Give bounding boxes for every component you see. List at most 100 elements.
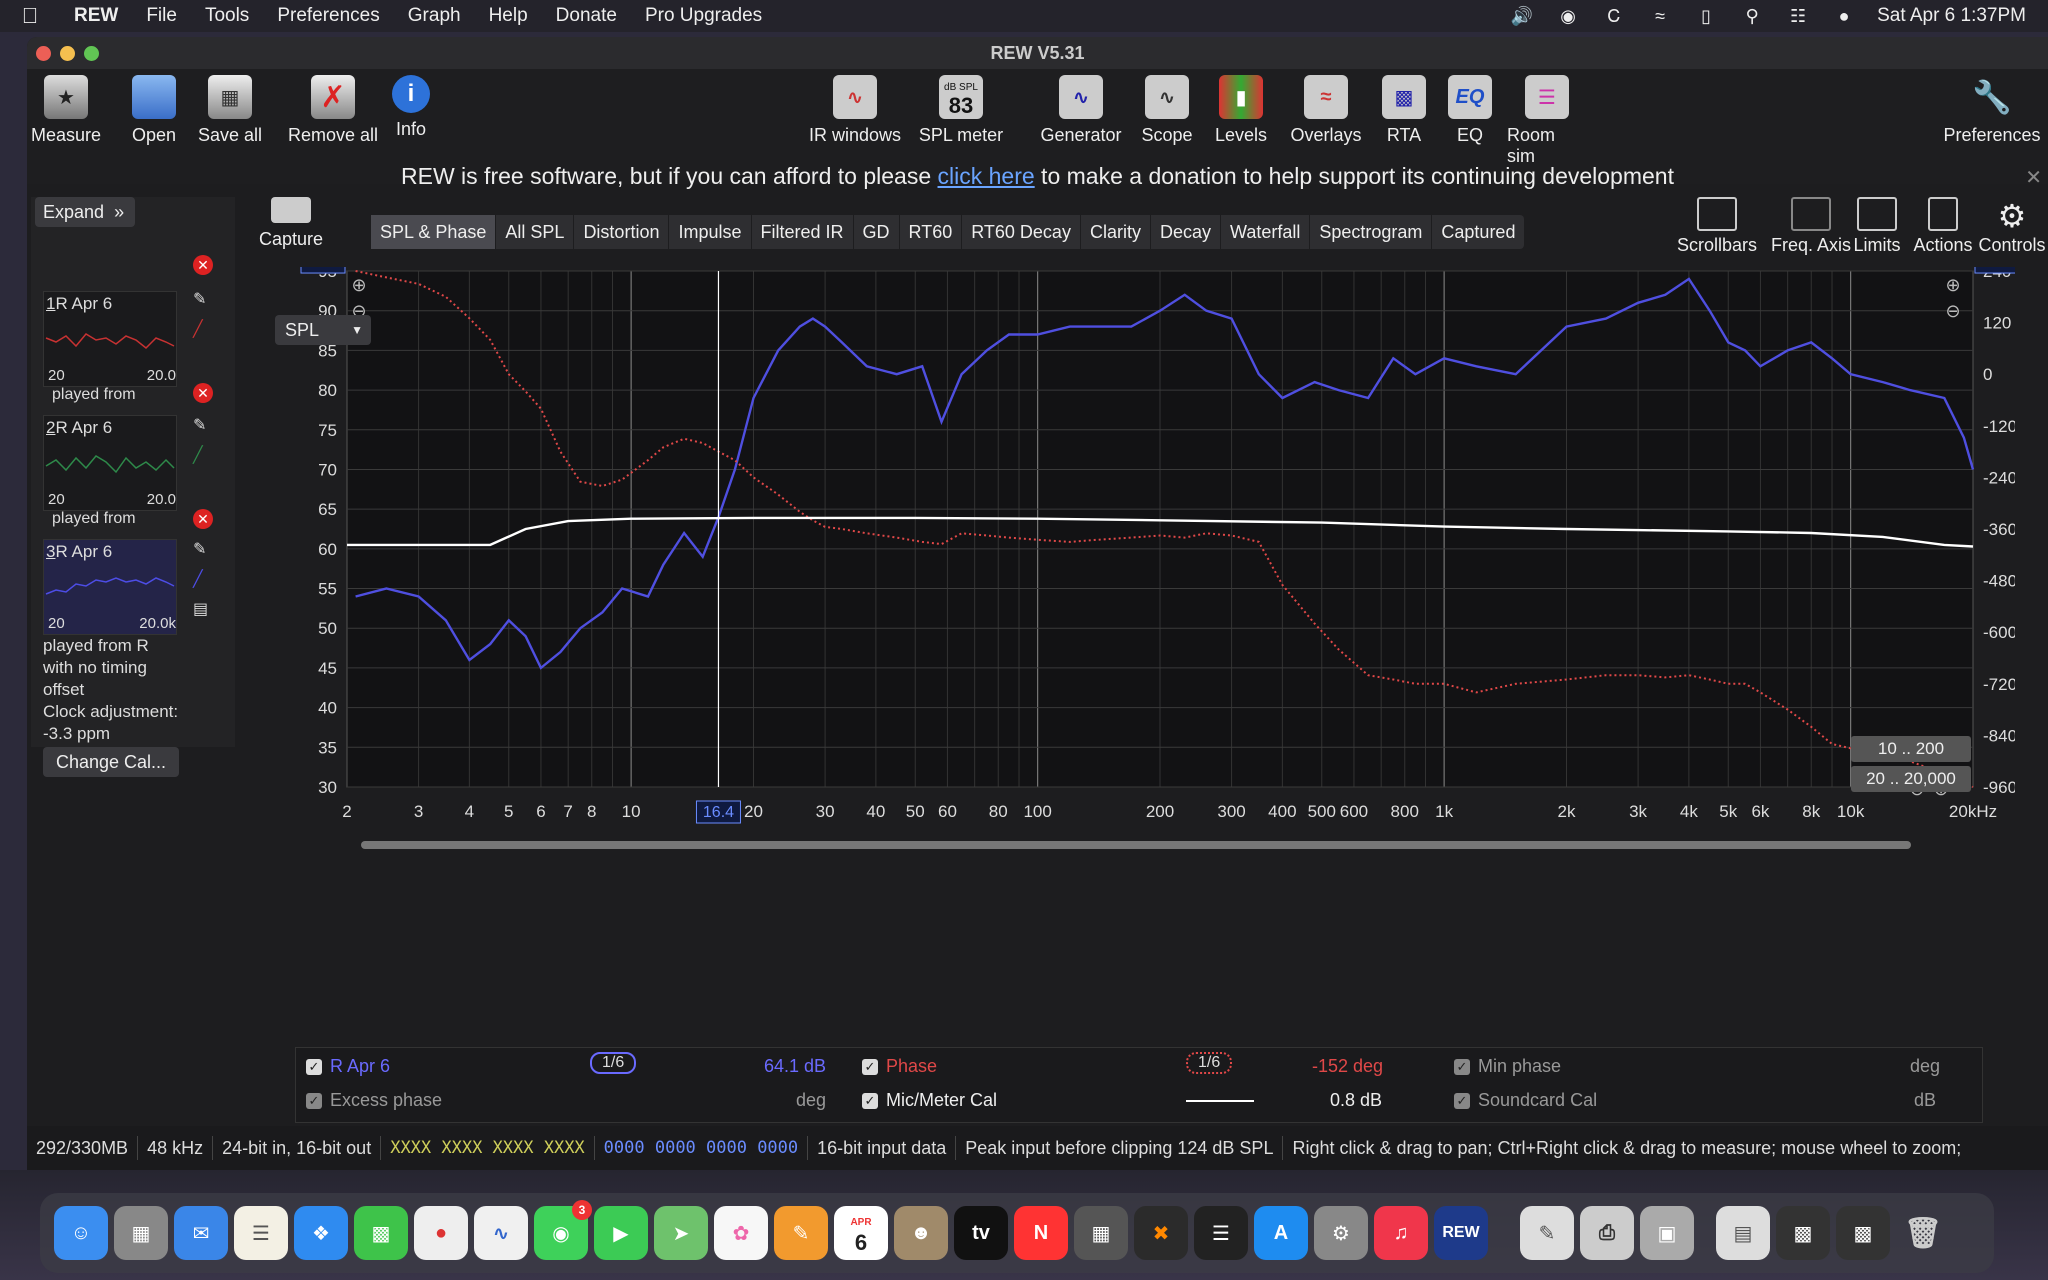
color-measurement-1-icon[interactable]: ╱ bbox=[193, 319, 213, 339]
launchpad-icon[interactable]: ▦ bbox=[114, 1206, 168, 1260]
spl-meter-button[interactable]: dB SPL 83 SPL meter bbox=[911, 75, 1011, 146]
tab-rt60[interactable]: RT60 bbox=[900, 215, 963, 249]
tab-distortion[interactable]: Distortion bbox=[574, 215, 670, 249]
piano-app-icon[interactable]: ☰ bbox=[1194, 1206, 1248, 1260]
legend-soundcard-cal[interactable]: ✓ Soundcard Cal bbox=[1454, 1090, 1597, 1111]
actions-button[interactable]: Actions bbox=[1907, 197, 1979, 256]
maps-icon[interactable]: ➤ bbox=[654, 1206, 708, 1260]
menu-help[interactable]: Help bbox=[475, 5, 542, 27]
room-sim-button[interactable]: ☰ Room sim bbox=[1507, 75, 1587, 167]
measure-button[interactable]: ★ Measure bbox=[31, 75, 101, 146]
checkbox-r-apr6[interactable]: ✓ bbox=[306, 1058, 322, 1075]
tab-rt60-decay[interactable]: RT60 Decay bbox=[962, 215, 1081, 249]
checkbox-phase[interactable]: ✓ bbox=[862, 1058, 878, 1075]
checkbox-min-phase[interactable]: ✓ bbox=[1454, 1058, 1470, 1075]
donate-link[interactable]: click here bbox=[938, 163, 1035, 189]
color-measurement-3-icon[interactable]: ╱ bbox=[193, 569, 213, 589]
news-icon[interactable]: N bbox=[1014, 1206, 1068, 1260]
finder-icon[interactable]: ☺ bbox=[54, 1206, 108, 1260]
preview-icon[interactable]: ▣ bbox=[1640, 1206, 1694, 1260]
zoom-in-left-icon[interactable]: ⊕ bbox=[351, 275, 366, 296]
levels-button[interactable]: ▮ Levels bbox=[1213, 75, 1269, 146]
rta-button[interactable]: ▩ RTA bbox=[1381, 75, 1427, 146]
system-settings-icon[interactable]: ⚙ bbox=[1314, 1206, 1368, 1260]
window-preview-1-icon[interactable]: ▩ bbox=[1776, 1206, 1830, 1260]
photos-icon[interactable]: ✿ bbox=[714, 1206, 768, 1260]
close-banner-icon[interactable]: ✕ bbox=[2025, 165, 2042, 190]
open-button[interactable]: Open bbox=[129, 75, 179, 146]
mail-icon[interactable]: ✉ bbox=[174, 1206, 228, 1260]
contacts-icon[interactable]: ☻ bbox=[894, 1206, 948, 1260]
limits-button[interactable]: Limits bbox=[1845, 197, 1909, 256]
spl-phase-graph[interactable]: 2 3 4 5 6 7 8 10 20 30 40 50 60 80 100 200 300 400 500 600 8… bbox=[275, 267, 2015, 1047]
chrome-icon[interactable]: ● bbox=[414, 1206, 468, 1260]
airdrop-icon[interactable]: ◉ bbox=[1555, 6, 1581, 26]
measurement-card-1[interactable]: 1R Apr 6 20 20.0 played from bbox=[43, 291, 177, 403]
save-all-button[interactable]: ▦ Save all bbox=[197, 75, 263, 146]
menu-datetime[interactable]: Sat Apr 6 1:37PM bbox=[1877, 5, 2026, 27]
graph-svg[interactable]: 2 3 4 5 6 7 8 10 20 30 40 50 60 80 100 200 300 400 500 600 8… bbox=[275, 267, 2015, 1047]
facetime-icon[interactable]: ▶ bbox=[594, 1206, 648, 1260]
calendar-icon[interactable]: APR 6 bbox=[834, 1206, 888, 1260]
tab-spectrogram[interactable]: Spectrogram bbox=[1310, 215, 1433, 249]
wifi-icon[interactable]: ≈ bbox=[1647, 6, 1673, 26]
tab-waterfall[interactable]: Waterfall bbox=[1221, 215, 1311, 249]
preferences-button[interactable]: 🔧 Preferences bbox=[1937, 75, 2047, 146]
control-center-icon[interactable]: ☷ bbox=[1785, 6, 1811, 26]
pages-icon[interactable]: ✎ bbox=[774, 1206, 828, 1260]
tab-spl-phase[interactable]: SPL & Phase bbox=[371, 215, 497, 249]
app-store-icon[interactable]: A bbox=[1254, 1206, 1308, 1260]
window-preview-2-icon[interactable]: ▩ bbox=[1836, 1206, 1890, 1260]
change-cal-button[interactable]: Change Cal... bbox=[43, 747, 179, 777]
apple-tv-icon[interactable]: tv bbox=[954, 1206, 1008, 1260]
tab-clarity[interactable]: Clarity bbox=[1081, 215, 1151, 249]
tab-gd[interactable]: GD bbox=[854, 215, 900, 249]
legend-r-apr6[interactable]: ✓ R Apr 6 bbox=[306, 1056, 390, 1077]
legend-mic-cal[interactable]: ✓ Mic/Meter Cal bbox=[862, 1090, 997, 1111]
generator-button[interactable]: ∿ Generator bbox=[1039, 75, 1123, 146]
ir-windows-button[interactable]: ∿ IR windows bbox=[807, 75, 903, 146]
spotlight-search-icon[interactable]: ⚲ bbox=[1739, 6, 1765, 26]
tab-all-spl[interactable]: All SPL bbox=[496, 215, 575, 249]
scope-button[interactable]: ∿ Scope bbox=[1139, 75, 1195, 146]
apple-menu-icon[interactable]:  bbox=[0, 3, 60, 29]
freeform-icon[interactable]: ∿ bbox=[474, 1206, 528, 1260]
printer-icon[interactable]: ⎙ bbox=[1580, 1206, 1634, 1260]
smoothing-phase-button[interactable]: 1/6 bbox=[1186, 1052, 1233, 1074]
tab-captured[interactable]: Captured bbox=[1432, 215, 1524, 249]
controls-button[interactable]: ⚙ Controls bbox=[1975, 197, 2048, 256]
volume-icon[interactable]: 🔊 bbox=[1509, 6, 1535, 26]
siri-icon[interactable]: ● bbox=[1831, 6, 1857, 26]
scrollbars-button[interactable]: Scrollbars bbox=[1669, 197, 1765, 256]
rew-dock-icon[interactable]: REW bbox=[1434, 1206, 1488, 1260]
numbers-icon[interactable]: ▩ bbox=[354, 1206, 408, 1260]
trash-icon[interactable]: 🗑 bbox=[1896, 1206, 1950, 1260]
color-measurement-2-icon[interactable]: ╱ bbox=[193, 445, 213, 465]
zoom-in-right-icon[interactable]: ⊕ bbox=[1945, 275, 1960, 296]
document-stack-icon[interactable]: ▤ bbox=[1716, 1206, 1770, 1260]
status-memory[interactable]: 292/330MB bbox=[27, 1136, 139, 1160]
edit-measurement-3-icon[interactable]: ✎ bbox=[193, 539, 213, 559]
legend-phase[interactable]: ✓ Phase bbox=[862, 1056, 937, 1077]
messages-icon[interactable]: ◉ 3 bbox=[534, 1200, 592, 1260]
remove-measurement-3-button[interactable]: ✕ bbox=[193, 509, 213, 529]
info-button[interactable]: i Info bbox=[391, 75, 431, 140]
zoom-out-right-icon[interactable]: ⊖ bbox=[1945, 301, 1960, 322]
eq-button[interactable]: EQ EQ bbox=[1447, 75, 1493, 146]
menu-graph[interactable]: Graph bbox=[394, 5, 475, 27]
remove-measurement-2-button[interactable]: ✕ bbox=[193, 383, 213, 403]
measurement-card-2[interactable]: 2R Apr 6 20 20.0 played from bbox=[43, 415, 177, 527]
menu-app-name[interactable]: REW bbox=[60, 5, 132, 27]
remove-measurement-1-button[interactable]: ✕ bbox=[193, 255, 213, 275]
capture-button[interactable]: Capture bbox=[259, 197, 323, 250]
notes-document-icon[interactable]: ▤ bbox=[193, 599, 213, 619]
tab-impulse[interactable]: Impulse bbox=[669, 215, 752, 249]
measurement-card-3[interactable]: 3R Apr 6 20 20.0k bbox=[43, 539, 177, 635]
expand-button[interactable]: Expand » bbox=[35, 197, 135, 227]
smoothing-r-button[interactable]: 1/6 bbox=[590, 1052, 637, 1074]
overlays-button[interactable]: ≈ Overlays bbox=[1289, 75, 1363, 146]
music-icon[interactable]: ♫ bbox=[1374, 1206, 1428, 1260]
checkbox-mic-cal[interactable]: ✓ bbox=[862, 1092, 878, 1109]
menu-file[interactable]: File bbox=[132, 5, 191, 27]
bluetooth-icon[interactable]: Ꮯ bbox=[1601, 6, 1627, 26]
